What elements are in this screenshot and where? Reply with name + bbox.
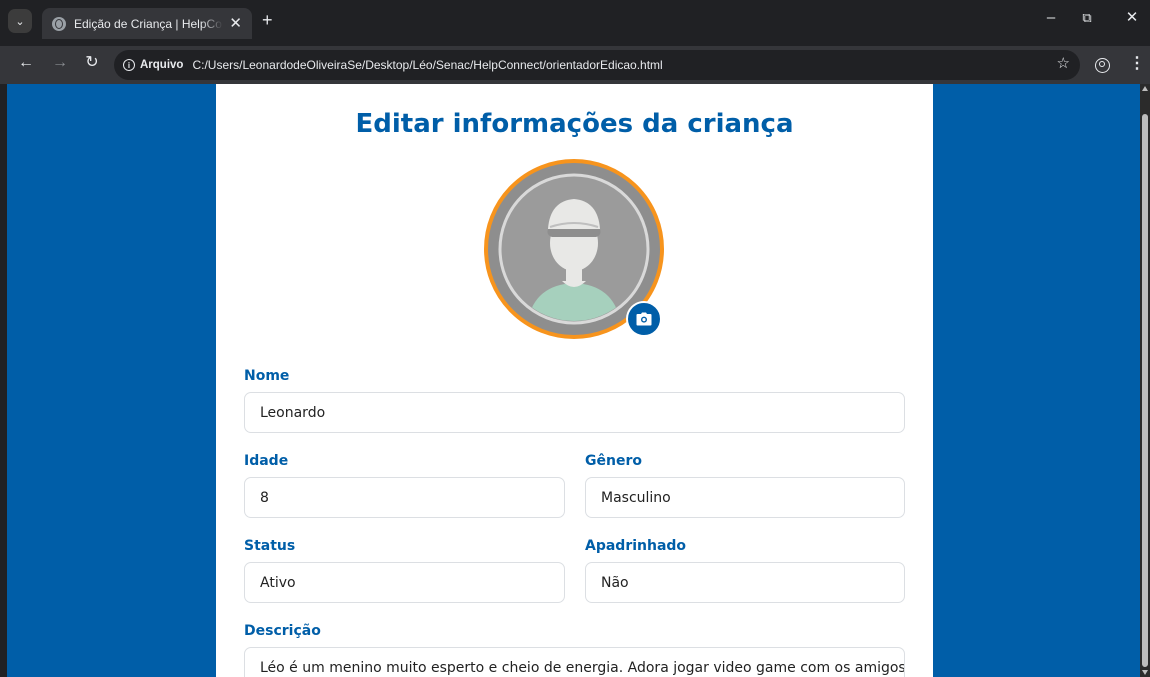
globe-icon bbox=[52, 16, 66, 31]
tab-title: Edição de Criança | HelpConnect bbox=[74, 16, 223, 31]
minimize-icon[interactable]: – bbox=[1041, 10, 1061, 25]
idade-label: Idade bbox=[244, 453, 289, 469]
forward-arrow-icon[interactable]: → bbox=[50, 55, 70, 71]
profile-icon[interactable] bbox=[1095, 58, 1110, 73]
change-photo-button[interactable] bbox=[626, 301, 662, 337]
descricao-label: Descrição bbox=[244, 623, 321, 639]
tab-search-button[interactable]: ⌄ bbox=[8, 9, 32, 33]
page-scrollbar[interactable] bbox=[1140, 84, 1150, 677]
nome-input[interactable]: Leonardo bbox=[244, 392, 905, 433]
genero-input[interactable]: Masculino bbox=[585, 477, 905, 518]
browser-tabstrip: ⌄ Edição de Criança | HelpConnect ✕ + – … bbox=[0, 0, 1150, 46]
status-input[interactable]: Ativo bbox=[244, 562, 565, 603]
url-text[interactable]: C:/Users/LeonardodeOliveiraSe/Desktop/Lé… bbox=[192, 58, 662, 72]
browser-toolbar: ← → ↻ i Arquivo C:/Users/LeonardodeOlive… bbox=[0, 46, 1150, 84]
descricao-textarea[interactable]: Léo é um menino muito esperto e cheio de… bbox=[244, 647, 905, 677]
close-window-icon[interactable]: ✕ bbox=[1122, 10, 1142, 25]
bookmark-star-icon[interactable]: ☆ bbox=[1057, 56, 1070, 71]
idade-input[interactable]: 8 bbox=[244, 477, 565, 518]
back-arrow-icon[interactable]: ← bbox=[16, 55, 36, 71]
new-tab-icon[interactable]: + bbox=[262, 11, 273, 29]
scroll-down-arrow-icon[interactable] bbox=[1142, 670, 1148, 675]
address-bar[interactable]: i Arquivo C:/Users/LeonardodeOliveiraSe/… bbox=[114, 50, 1080, 80]
restore-icon[interactable]: ⧉ bbox=[1077, 11, 1097, 24]
status-label: Status bbox=[244, 538, 296, 554]
edit-child-card: Editar informações da criança Nome Leona… bbox=[216, 84, 933, 677]
page-viewport: Editar informações da criança Nome Leona… bbox=[7, 84, 1140, 677]
scroll-thumb[interactable] bbox=[1142, 114, 1148, 667]
page-title: Editar informações da criança bbox=[355, 109, 794, 139]
kebab-menu-icon[interactable]: ⋮ bbox=[1129, 56, 1145, 72]
genero-label: Gênero bbox=[585, 453, 642, 469]
browser-tab-active[interactable]: Edição de Criança | HelpConnect ✕ bbox=[42, 8, 252, 39]
camera-icon bbox=[636, 312, 652, 326]
tab-close-icon[interactable]: ✕ bbox=[229, 16, 242, 31]
apadrinhado-input[interactable]: Não bbox=[585, 562, 905, 603]
nome-label: Nome bbox=[244, 368, 290, 384]
scroll-up-arrow-icon[interactable] bbox=[1142, 86, 1148, 91]
reload-icon[interactable]: ↻ bbox=[82, 55, 102, 71]
site-info-chip[interactable]: Arquivo bbox=[140, 59, 183, 71]
apadrinhado-label: Apadrinhado bbox=[585, 538, 687, 554]
info-icon[interactable]: i bbox=[123, 59, 135, 71]
